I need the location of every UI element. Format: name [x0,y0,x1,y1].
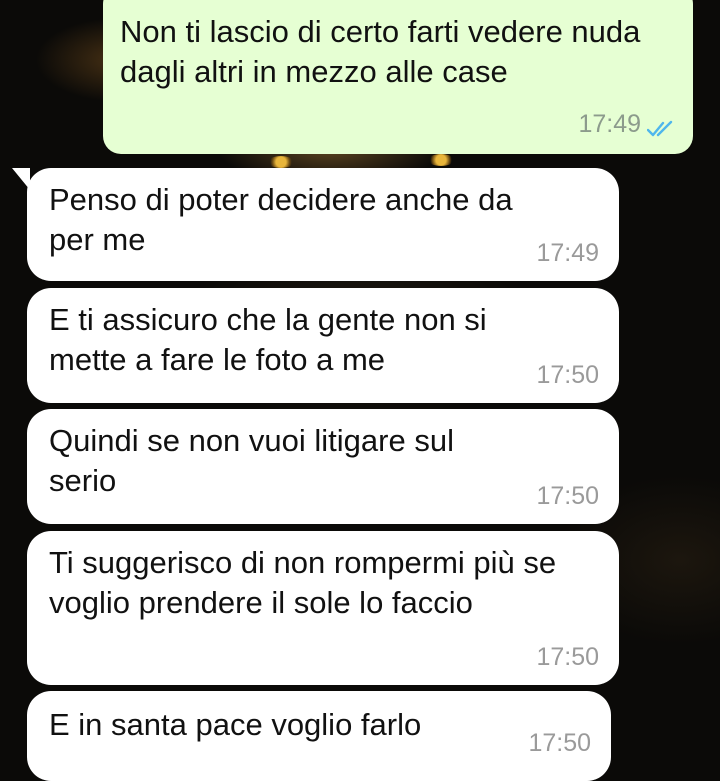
outgoing-message[interactable]: Non ti lascio di certo farti vedere nuda… [103,0,693,154]
wallpaper-lion-eye-right [428,154,454,166]
message-text: Quindi se non vuoi litigare sul serio [49,423,454,498]
incoming-message[interactable]: Penso di poter decidere anche da per me … [27,168,619,281]
message-time: 17:50 [536,482,599,510]
message-text: Non ti lascio di certo farti vedere nuda… [120,14,641,89]
incoming-message[interactable]: E in santa pace voglio farlo 17:50 [27,691,611,781]
double-check-read-icon [647,120,673,137]
message-time: 17:50 [536,643,599,671]
message-time: 17:49 [578,110,641,138]
incoming-message[interactable]: Ti suggerisco di non rompermi più se vog… [27,531,619,685]
incoming-message[interactable]: E ti assicuro che la gente non si mette … [27,288,619,403]
message-text: E in santa pace voglio farlo [49,707,422,742]
incoming-message[interactable]: Quindi se non vuoi litigare sul serio 17… [27,409,619,524]
message-time: 17:49 [536,239,599,267]
message-time: 17:50 [536,361,599,389]
wallpaper-lion-eye-left [268,156,294,168]
message-text: Ti suggerisco di non rompermi più se vog… [49,545,557,620]
message-text: E ti assicuro che la gente non si mette … [49,302,487,377]
message-text: Penso di poter decidere anche da per me [49,182,513,257]
message-time: 17:50 [528,729,591,757]
